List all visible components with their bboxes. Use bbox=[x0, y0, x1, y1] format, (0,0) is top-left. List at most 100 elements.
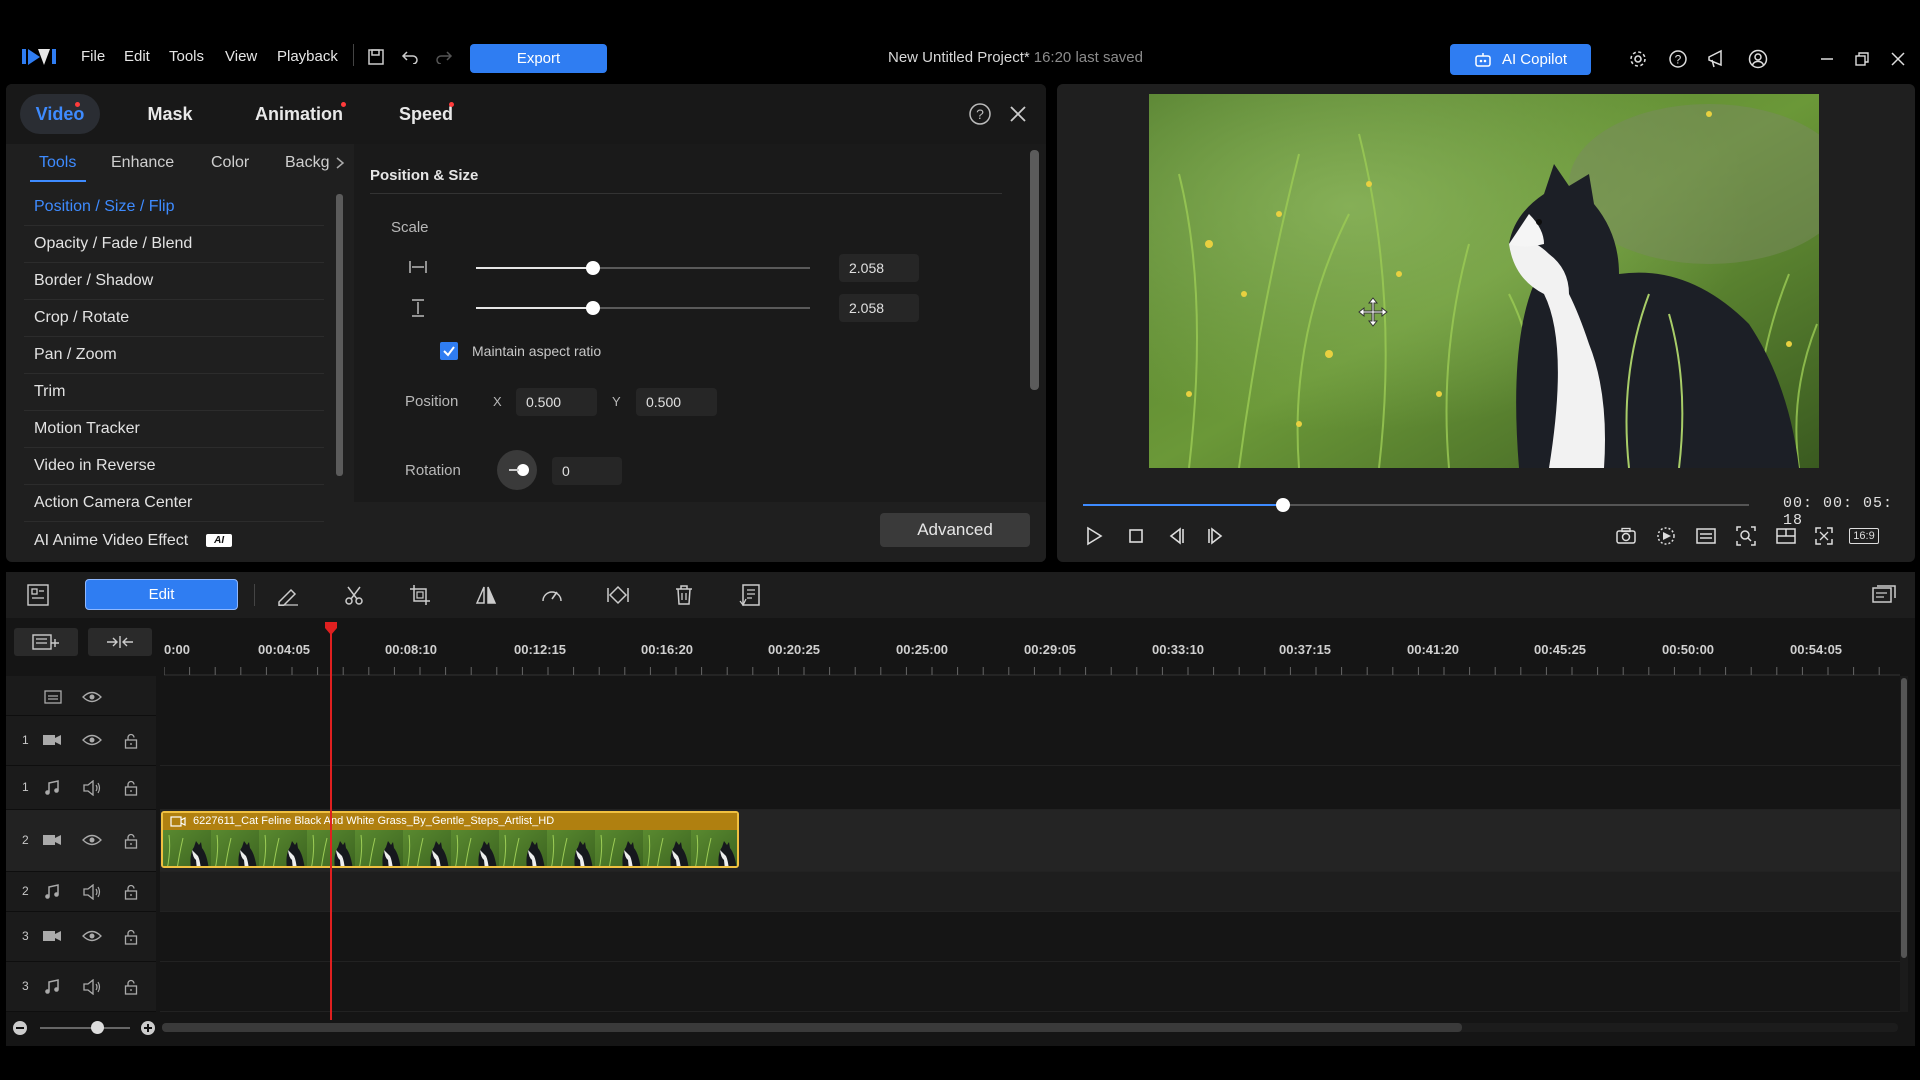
track-row-audio-2[interactable] bbox=[160, 872, 1900, 912]
subtitle-track-icon[interactable] bbox=[44, 690, 62, 704]
scale-height-knob[interactable] bbox=[586, 301, 600, 315]
previous-frame-icon[interactable] bbox=[1163, 523, 1189, 549]
crop-icon[interactable] bbox=[406, 581, 434, 609]
menu-tools[interactable]: Tools bbox=[169, 48, 204, 65]
lock-icon[interactable] bbox=[124, 780, 138, 796]
layout-icon[interactable] bbox=[1773, 523, 1799, 549]
close-icon[interactable] bbox=[1008, 104, 1028, 124]
pen-icon[interactable] bbox=[274, 581, 302, 609]
eye-icon[interactable] bbox=[82, 691, 102, 703]
track-row-audio-3[interactable] bbox=[160, 962, 1900, 1012]
ai-copilot-button[interactable]: AI Copilot bbox=[1450, 44, 1591, 75]
clip-properties-icon[interactable] bbox=[736, 581, 764, 609]
speaker-icon[interactable] bbox=[82, 780, 102, 796]
menu-edit[interactable]: Edit bbox=[124, 48, 150, 65]
position-y-field[interactable]: 0.500 bbox=[636, 388, 717, 416]
camera-icon[interactable] bbox=[42, 833, 62, 847]
subtab-tools[interactable]: Tools bbox=[39, 154, 76, 172]
position-x-field[interactable]: 0.500 bbox=[516, 388, 597, 416]
add-track-button[interactable] bbox=[14, 628, 78, 656]
video-preview[interactable] bbox=[1149, 94, 1819, 468]
menu-playback[interactable]: Playback bbox=[277, 48, 338, 65]
tool-border-shadow[interactable]: Border / Shadow bbox=[24, 263, 324, 300]
snapshot-icon[interactable] bbox=[1613, 523, 1639, 549]
close-window-icon[interactable] bbox=[1884, 45, 1912, 73]
keyframe-icon[interactable] bbox=[604, 581, 632, 609]
lock-icon[interactable] bbox=[124, 884, 138, 900]
scale-width-input[interactable]: 2.058 bbox=[839, 254, 919, 282]
scissors-icon[interactable] bbox=[340, 581, 368, 609]
tool-action-camera-center[interactable]: Action Camera Center bbox=[24, 485, 324, 522]
timeline-hscroll-thumb[interactable] bbox=[162, 1023, 1462, 1032]
tab-speed[interactable]: Speed bbox=[386, 94, 466, 134]
menu-view[interactable]: View bbox=[225, 48, 257, 65]
export-button[interactable]: Export bbox=[470, 44, 607, 73]
subtab-color[interactable]: Color bbox=[211, 154, 249, 172]
zoom-slider-knob[interactable] bbox=[91, 1021, 104, 1034]
tool-motion-tracker[interactable]: Motion Tracker bbox=[24, 411, 324, 448]
rotation-input[interactable]: 0 bbox=[552, 457, 622, 485]
next-frame-icon[interactable] bbox=[1203, 523, 1229, 549]
rotation-dial[interactable] bbox=[497, 450, 537, 490]
speaker-icon[interactable] bbox=[82, 979, 102, 995]
video-clip[interactable]: 6227611_Cat Feline Black And White Grass… bbox=[161, 811, 739, 868]
subtitles-icon[interactable] bbox=[1693, 523, 1719, 549]
tool-ai-anime-video-effect[interactable]: AI Anime Video Effect AI bbox=[24, 522, 324, 559]
track-row-video-3[interactable] bbox=[160, 912, 1900, 962]
playback-progress-knob[interactable] bbox=[1276, 498, 1290, 512]
speaker-icon[interactable] bbox=[82, 884, 102, 900]
stop-icon[interactable] bbox=[1123, 523, 1149, 549]
zoom-slider-track[interactable] bbox=[40, 1027, 130, 1029]
flip-icon[interactable] bbox=[472, 581, 500, 609]
subtab-enhance[interactable]: Enhance bbox=[111, 154, 174, 172]
fullscreen-icon[interactable] bbox=[1811, 523, 1837, 549]
edit-button[interactable]: Edit bbox=[85, 579, 238, 610]
maintain-aspect-checkbox[interactable] bbox=[440, 342, 458, 360]
timeline-layout-icon[interactable] bbox=[1870, 581, 1898, 609]
playhead[interactable] bbox=[330, 632, 332, 1020]
music-note-icon[interactable] bbox=[44, 979, 60, 995]
tool-trim[interactable]: Trim bbox=[24, 374, 324, 411]
zoom-preview-icon[interactable] bbox=[1733, 523, 1759, 549]
tool-video-in-reverse[interactable]: Video in Reverse bbox=[24, 448, 324, 485]
tool-position-size-flip[interactable]: Position / Size / Flip bbox=[24, 189, 324, 226]
tab-animation[interactable]: Animation bbox=[242, 94, 356, 134]
tool-opacity-fade-blend[interactable]: Opacity / Fade / Blend bbox=[24, 226, 324, 263]
tools-scrollbar[interactable] bbox=[336, 194, 343, 476]
music-note-icon[interactable] bbox=[44, 884, 60, 900]
chevron-right-icon[interactable] bbox=[335, 156, 345, 170]
playhead-handle[interactable] bbox=[323, 622, 339, 636]
camera-icon[interactable] bbox=[42, 733, 62, 747]
eye-icon[interactable] bbox=[82, 929, 102, 943]
scale-width-knob[interactable] bbox=[586, 261, 600, 275]
aspect-ratio-button[interactable]: 16:9 bbox=[1845, 523, 1883, 549]
menu-file[interactable]: File bbox=[81, 48, 105, 65]
undo-icon[interactable] bbox=[396, 43, 424, 71]
help-icon[interactable]: ? bbox=[968, 102, 992, 126]
eye-icon[interactable] bbox=[82, 733, 102, 747]
trash-icon[interactable] bbox=[670, 581, 698, 609]
track-row-video-1[interactable] bbox=[160, 716, 1900, 766]
eye-icon[interactable] bbox=[82, 833, 102, 847]
lock-icon[interactable] bbox=[124, 929, 138, 945]
lock-icon[interactable] bbox=[124, 979, 138, 995]
tool-crop-rotate[interactable]: Crop / Rotate bbox=[24, 300, 324, 337]
tab-mask[interactable]: Mask bbox=[130, 94, 210, 134]
settings-scrollbar[interactable] bbox=[1030, 150, 1039, 390]
timeline-vscroll-track[interactable] bbox=[1900, 676, 1908, 1012]
timeline-vscroll-thumb[interactable] bbox=[1901, 678, 1907, 958]
help-icon[interactable]: ? bbox=[1664, 45, 1692, 73]
zoom-in-icon[interactable] bbox=[140, 1020, 156, 1036]
preview-render-icon[interactable] bbox=[1653, 523, 1679, 549]
account-icon[interactable] bbox=[1744, 45, 1772, 73]
lock-icon[interactable] bbox=[124, 833, 138, 849]
minimize-icon[interactable] bbox=[1813, 45, 1841, 73]
zoom-out-icon[interactable] bbox=[12, 1020, 28, 1036]
timeline-hscroll-track[interactable] bbox=[162, 1023, 1898, 1032]
gear-icon[interactable] bbox=[1624, 45, 1652, 73]
tab-video[interactable]: Video bbox=[20, 94, 100, 134]
tool-pan-zoom[interactable]: Pan / Zoom bbox=[24, 337, 324, 374]
advanced-button[interactable]: Advanced bbox=[880, 513, 1030, 547]
scale-height-input[interactable]: 2.058 bbox=[839, 294, 919, 322]
save-icon[interactable] bbox=[362, 43, 390, 71]
